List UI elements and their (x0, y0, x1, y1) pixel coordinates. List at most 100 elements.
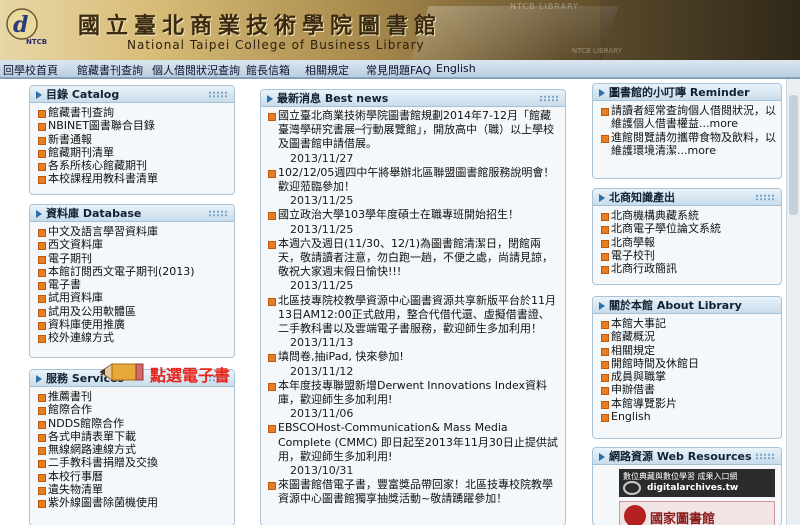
knowledge-item[interactable]: 北商行政簡訊 (601, 262, 777, 275)
vertical-scrollbar[interactable] (786, 79, 800, 525)
news-item[interactable]: 國立政治大學103學年度碩士在職專班開始招生！ (268, 208, 559, 222)
news-date: 2013/11/25 (290, 194, 354, 208)
news-date: 2013/11/12 (290, 364, 354, 378)
knowledge-panel: 北商知識產出 北商機構典藏系統 北商電子學位論文系統 北商學報 電子校刊 北商行… (592, 188, 782, 285)
services-item[interactable]: 紫外線圖書除菌機使用 (38, 496, 230, 509)
services-item[interactable]: 二手教科書捐贈及交換 (38, 456, 230, 469)
callout-text: 點選電子書 (150, 366, 231, 385)
news-item[interactable]: 本週六及週日(11/30、12/1)為圖書館清潔日，閉館兩天，敬請讀者注意，勿白… (268, 237, 559, 280)
database-item[interactable]: 西文資料庫 (38, 238, 230, 251)
services-item[interactable]: NDDS館際合作 (38, 417, 230, 430)
catalog-item[interactable]: 各系所核心館藏期刊 (38, 159, 230, 172)
arrow-icon (599, 89, 605, 97)
news-item[interactable]: EBSCOHost-Communication& Mass Media Comp… (268, 421, 559, 464)
catalog-item[interactable]: 本校課程用教科書清單 (38, 172, 230, 185)
site-banner: d NTCB 國立臺北商業技術學院圖書館 National Taipei Col… (0, 0, 800, 60)
news-date: 2013/11/13 (290, 336, 354, 350)
news-item[interactable]: 102/12/05週四中午將舉辦北區聯盟圖書館服務說明會！歡迎蒞臨參加！ (268, 166, 559, 194)
about-item[interactable]: 申辦借書 (601, 383, 777, 396)
reminder-panel: 圖書館的小叮嚀 Reminder 請讀者經常查詢個人借閱狀況，以維護個人借書權益… (592, 83, 782, 179)
about-item[interactable]: 本館大事記 (601, 317, 777, 330)
nav-school-home[interactable]: 回學校首頁 (3, 62, 58, 78)
knowledge-item[interactable]: 北商電子學位論文系統 (601, 222, 777, 235)
web-resources-header: 網路資源 Web Resources (593, 448, 781, 465)
services-item[interactable]: 館際合作 (38, 403, 230, 416)
nav-collection-search[interactable]: 館藏書刊查詢 (77, 62, 143, 78)
catalog-item[interactable]: 館藏期刊清單 (38, 146, 230, 159)
database-item[interactable]: 本館訂閱西文電子期刊(2013) (38, 265, 230, 278)
news-date: 2013/11/25 (290, 279, 354, 293)
nav-director-mailbox[interactable]: 館長信箱 (246, 62, 290, 78)
reminder-item[interactable]: 進館閱覽請勿攜帶食物及飲料，以維護環境清潔...more (601, 131, 777, 158)
news-date: 2013/10/31 (290, 464, 354, 478)
arrow-icon (599, 453, 605, 461)
archive-logo-icon (623, 481, 641, 495)
news-item[interactable]: 來圖書館借電子書，豐富獎品帶回家！北區技專校院教學資源中心圖書館獨享抽獎活動~敬… (268, 478, 559, 506)
knowledge-item[interactable]: 北商機構典藏系統 (601, 209, 777, 222)
nav-borrow-status[interactable]: 個人借閱狀況查詢 (152, 62, 240, 78)
services-item[interactable]: 本校行事曆 (38, 470, 230, 483)
nav-english[interactable]: English (436, 62, 476, 75)
reminder-item[interactable]: 請讀者經常查詢個人借閱狀況，以維護個人借書權益...more (601, 104, 777, 131)
catalog-item[interactable]: NBINET圖書聯合目錄 (38, 119, 230, 132)
database-item[interactable]: 校外連線方式 (38, 331, 230, 344)
nav-regulations[interactable]: 相關規定 (305, 62, 349, 78)
digital-archives-url: digitalarchives.tw (647, 483, 739, 493)
services-item[interactable]: 無線網路連線方式 (38, 443, 230, 456)
dots-icon (539, 95, 559, 102)
database-header: 資料庫 Database (30, 205, 234, 222)
news-item[interactable]: 國立臺北商業技術學院圖書館規劃2014年7-12月「館藏臺灣學研究書展─行動展覽… (268, 109, 559, 152)
dots-icon (755, 453, 775, 460)
digital-archives-link[interactable]: 數位典藏與數位學習 成果入口網 digitalarchives.tw (619, 469, 775, 497)
scrollbar-thumb[interactable] (789, 95, 798, 215)
database-item[interactable]: 試用及公用軟體區 (38, 305, 230, 318)
arrow-icon (36, 210, 42, 218)
catalog-item[interactable]: 館藏書刊查詢 (38, 106, 230, 119)
knowledge-item[interactable]: 電子校刊 (601, 249, 777, 262)
news-list: 國立臺北商業技術學院圖書館規劃2014年7-12月「館藏臺灣學研究書展─行動展覽… (261, 107, 565, 507)
services-item[interactable]: 遺失物清單 (38, 483, 230, 496)
database-panel: 資料庫 Database 中文及語言學習資料庫 西文資料庫 電子期刊 本館訂閱西… (29, 204, 235, 358)
about-item[interactable]: 成員與職掌 (601, 370, 777, 383)
database-item[interactable]: 資料庫使用推廣 (38, 318, 230, 331)
knowledge-header: 北商知識產出 (593, 189, 781, 206)
database-item-ebook[interactable]: 電子書 (38, 278, 230, 291)
services-panel: 服務 Services 推薦書刊 館際合作 NDDS館際合作 各式申請表單下載 … (29, 369, 235, 525)
database-item[interactable]: 電子期刊 (38, 252, 230, 265)
reminder-list: 請讀者經常查詢個人借閱狀況，以維護個人借書權益...more 進館閱覽請勿攜帶食… (593, 101, 781, 159)
logo-text: NTCB (26, 38, 48, 46)
news-date: 2013/11/06 (290, 407, 354, 421)
arrow-icon (36, 91, 42, 99)
banner-right-shade (600, 0, 800, 60)
about-item[interactable]: 開館時間及休館日 (601, 357, 777, 370)
banner-watermark: NTCB LIBRARY (510, 2, 579, 11)
knowledge-item[interactable]: 北商學報 (601, 236, 777, 249)
about-list: 本館大事記 館藏概況 相關規定 開館時間及休館日 成員與職掌 申辦借書 本館導覽… (593, 314, 781, 425)
catalog-list: 館藏書刊查詢 NBINET圖書聯合目錄 新書通報 館藏期刊清單 各系所核心館藏期… (30, 103, 234, 188)
web-resources-panel: 網路資源 Web Resources 數位典藏與數位學習 成果入口網 digit… (592, 447, 782, 525)
arrow-icon (599, 302, 605, 310)
national-library-link[interactable]: 國家圖書館 (619, 501, 775, 525)
services-item[interactable]: 推薦書刊 (38, 390, 230, 403)
database-item[interactable]: 中文及語言學習資料庫 (38, 225, 230, 238)
news-item[interactable]: 填問卷,抽iPad, 快來參加! (268, 350, 559, 364)
nav-faq[interactable]: 常見問題FAQ (366, 62, 431, 78)
about-item[interactable]: English (601, 410, 777, 423)
database-item[interactable]: 試用資料庫 (38, 291, 230, 304)
news-date: 2013/11/25 (290, 222, 354, 236)
news-item[interactable]: 本年度技專聯盟新增Derwent Innovations Index資料庫，歡迎… (268, 379, 559, 407)
reminder-title: 圖書館的小叮嚀 Reminder (609, 86, 750, 99)
about-item[interactable]: 本館導覽影片 (601, 397, 777, 410)
services-item[interactable]: 各式申請表單下載 (38, 430, 230, 443)
about-header: 關於本館 About Library (593, 297, 781, 314)
about-item[interactable]: 館藏概況 (601, 330, 777, 343)
knowledge-list: 北商機構典藏系統 北商電子學位論文系統 北商學報 電子校刊 北商行政簡訊 (593, 206, 781, 277)
catalog-item[interactable]: 新書通報 (38, 133, 230, 146)
digital-archives-title: 數位典藏與數位學習 成果入口網 (623, 472, 738, 481)
library-title-en: National Taipei College of Business Libr… (127, 38, 425, 52)
news-item[interactable]: 北區技專院校教學資源中心圖書資源共享新版平台於11月13日AM12:00正式啟用… (268, 294, 559, 337)
dots-icon (755, 194, 775, 201)
content-frame: 目錄 Catalog 館藏書刊查詢 NBINET圖書聯合目錄 新書通報 館藏期刊… (0, 78, 800, 525)
web-resources-title: 網路資源 Web Resources (609, 450, 752, 463)
about-item[interactable]: 相關規定 (601, 344, 777, 357)
